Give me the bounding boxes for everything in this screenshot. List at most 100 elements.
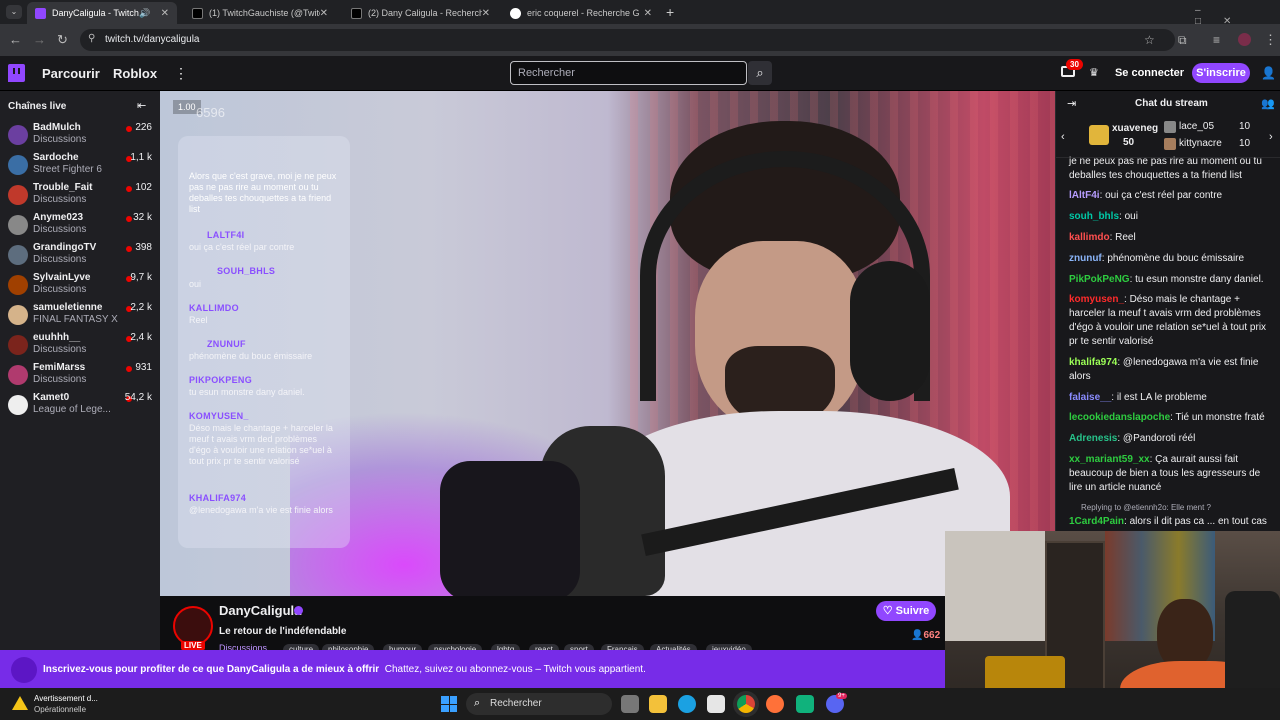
taskbar-search-box[interactable]: ⌕ Rechercher (466, 693, 612, 715)
chrome-icon[interactable] (737, 695, 755, 713)
tab-x-twitchgauchiste[interactable]: (1) TwitchGauchiste (@TwitchG ✕ (184, 2, 336, 24)
sidebar-channel[interactable]: Sardoche Street Fighter 6 1,1 k (0, 151, 160, 181)
follow-button[interactable]: ♡ Suivre (876, 601, 936, 621)
chat-text: : il est LA le probleme (1111, 392, 1207, 403)
channel-avatar (8, 365, 28, 385)
profile-avatar[interactable] (1238, 33, 1251, 46)
chat-username[interactable]: lecookiedanslapoche (1069, 412, 1170, 423)
more-menu-icon[interactable]: ⋮ (174, 65, 188, 82)
media-icon[interactable]: ≡ (1213, 33, 1220, 47)
app-icon[interactable] (796, 695, 814, 713)
store-icon[interactable] (707, 695, 725, 713)
site-info-icon[interactable]: ⚲ (88, 33, 95, 44)
chat-username[interactable]: PikPokPeNG (1069, 274, 1130, 285)
nav-browse-link[interactable]: Parcourir (42, 66, 100, 81)
tab-google[interactable]: eric coquerel - Recherche Goog ✕ (502, 2, 660, 24)
tab-close-icon[interactable]: ✕ (482, 8, 490, 19)
search-icon: ⌕ (474, 697, 481, 709)
sidebar-channel[interactable]: Kamet0 League of Lege... 54,2 k (0, 391, 160, 421)
channel-category: Discussions (33, 374, 87, 385)
chat-message: khalifa974: @lenedogawa m'a vie est fini… (1069, 356, 1269, 384)
x-favicon-icon (192, 7, 203, 19)
signup-button[interactable]: S'inscrire (1192, 63, 1250, 83)
browser-menu-icon[interactable]: ⋮ (1264, 32, 1277, 48)
file-explorer-icon[interactable] (649, 695, 667, 713)
twitch-logo-icon[interactable] (8, 64, 25, 82)
channel-viewers: 2,2 k (130, 302, 152, 313)
sidebar-channel[interactable]: samueletienne FINAL FANTASY X 2,2 k (0, 301, 160, 331)
nav-roblox-link[interactable]: Roblox (113, 66, 157, 81)
tab-close-icon[interactable]: ✕ (644, 8, 652, 19)
tab-close-icon[interactable]: ✕ (161, 8, 169, 19)
warning-icon[interactable] (12, 696, 28, 710)
back-icon[interactable]: ← (9, 32, 22, 47)
sidebar-channel[interactable]: BadMulch Discussions 226 (0, 121, 160, 151)
overlay-user: KALLIMDO (189, 303, 239, 313)
channel-viewers: 32 k (133, 212, 152, 223)
bookmark-star-icon[interactable]: ☆ (1144, 33, 1155, 47)
tab-list-button[interactable]: ⌄ (6, 5, 22, 19)
collapse-chat-icon[interactable]: ⇥ (1067, 97, 1076, 110)
address-bar[interactable]: ⚲ twitch.tv/danycaligula (80, 29, 1175, 51)
chevron-left-icon[interactable]: ‹ (1061, 131, 1065, 143)
warning-title[interactable]: Avertissement d... (34, 694, 98, 703)
collapse-sidebar-icon[interactable]: ⇤ (137, 99, 146, 112)
crown-icon[interactable]: ♛ (1089, 66, 1099, 79)
gift-icon (1089, 125, 1109, 145)
channel-avatar[interactable] (173, 606, 213, 646)
forward-icon[interactable]: → (33, 32, 46, 47)
chat-username[interactable]: xx_mariant59_xx (1069, 454, 1150, 465)
edge-icon[interactable] (678, 695, 696, 713)
sidebar-channel[interactable]: SylvainLyve Discussions 9,7 k (0, 271, 160, 301)
sidebar-channel[interactable]: Trouble_Fait Discussions 102 (0, 181, 160, 211)
chevron-right-icon[interactable]: › (1269, 131, 1273, 143)
sidebar-channel[interactable]: euuhhh__ Discussions 2,4 k (0, 331, 160, 361)
search-icon[interactable]: ⌕ (748, 61, 772, 85)
channel-category: Discussions (33, 284, 87, 295)
chat-username[interactable]: kallimdo (1069, 232, 1110, 243)
overlay-message: tu esun monstre dany daniel. (189, 387, 305, 397)
login-button[interactable]: Se connecter (1113, 63, 1186, 83)
overlay-user: SOUH_BHLS (217, 266, 276, 276)
channel-name[interactable]: DanyCaligula (219, 603, 301, 618)
audio-icon[interactable]: 🔊 (139, 8, 150, 19)
channel-viewers: 226 (135, 122, 152, 133)
live-badge: LIVE (181, 641, 205, 650)
sidebar-channel[interactable]: Anyme023 Discussions 32 k (0, 211, 160, 241)
gifter-count: 50 (1123, 137, 1135, 148)
tab-twitch[interactable]: DanyCaligula - Twitch 🔊 ✕ (27, 2, 177, 24)
sidebar-title: Chaînes live (8, 101, 67, 112)
firefox-icon[interactable] (766, 695, 784, 713)
reload-icon[interactable]: ↻ (57, 32, 68, 48)
chat-username[interactable]: Adrenesis (1069, 433, 1117, 444)
user-menu-icon[interactable]: 👤 (1261, 66, 1276, 80)
sidebar-channel[interactable]: FemiMarss Discussions 931 (0, 361, 160, 391)
chat-username[interactable]: lAltF4i (1069, 190, 1100, 201)
channel-viewers: 54,2 k (124, 392, 152, 403)
chat-message: komyusen_: Déso mais le chantage + harce… (1069, 293, 1269, 349)
channel-name: euuhhh__ (33, 332, 81, 343)
chat-username[interactable]: souh_bhls (1069, 211, 1119, 222)
chat-username[interactable]: khalifa974 (1069, 357, 1117, 368)
search-input[interactable]: Rechercher (510, 61, 747, 85)
sidebar-channel[interactable]: GrandingoTV Discussions 398 (0, 241, 160, 271)
tab-close-icon[interactable]: ✕ (320, 8, 328, 19)
chat-username[interactable]: 1Card4Pain (1069, 516, 1124, 527)
chat-users-icon[interactable]: 👥 (1261, 97, 1275, 110)
new-tab-button[interactable]: + (666, 4, 674, 20)
gifter-count: 10 (1239, 121, 1251, 132)
chat-username[interactable]: falaise__ (1069, 392, 1111, 403)
channel-name: GrandingoTV (33, 242, 97, 253)
start-button-icon[interactable] (441, 696, 457, 712)
task-view-icon[interactable] (621, 695, 639, 713)
gifter-name: xuaveneg (1112, 123, 1159, 134)
chat-message: kallimdo: Reel (1069, 231, 1269, 245)
channel-viewers: 9,7 k (130, 272, 152, 283)
chat-text: : tu esun monstre dany daniel. (1129, 274, 1264, 285)
chat-username[interactable]: komyusen_ (1069, 294, 1124, 305)
viewers-icon: 👤 (911, 630, 924, 641)
extensions-icon[interactable]: ⧉ (1178, 33, 1187, 48)
tab-x-search[interactable]: (2) Dany Caligula - Recherche / ✕ (343, 2, 498, 24)
chat-username[interactable]: znunuf (1069, 253, 1102, 264)
chat-message: lAltF4i: oui ça c'est réel par contre (1069, 189, 1269, 203)
